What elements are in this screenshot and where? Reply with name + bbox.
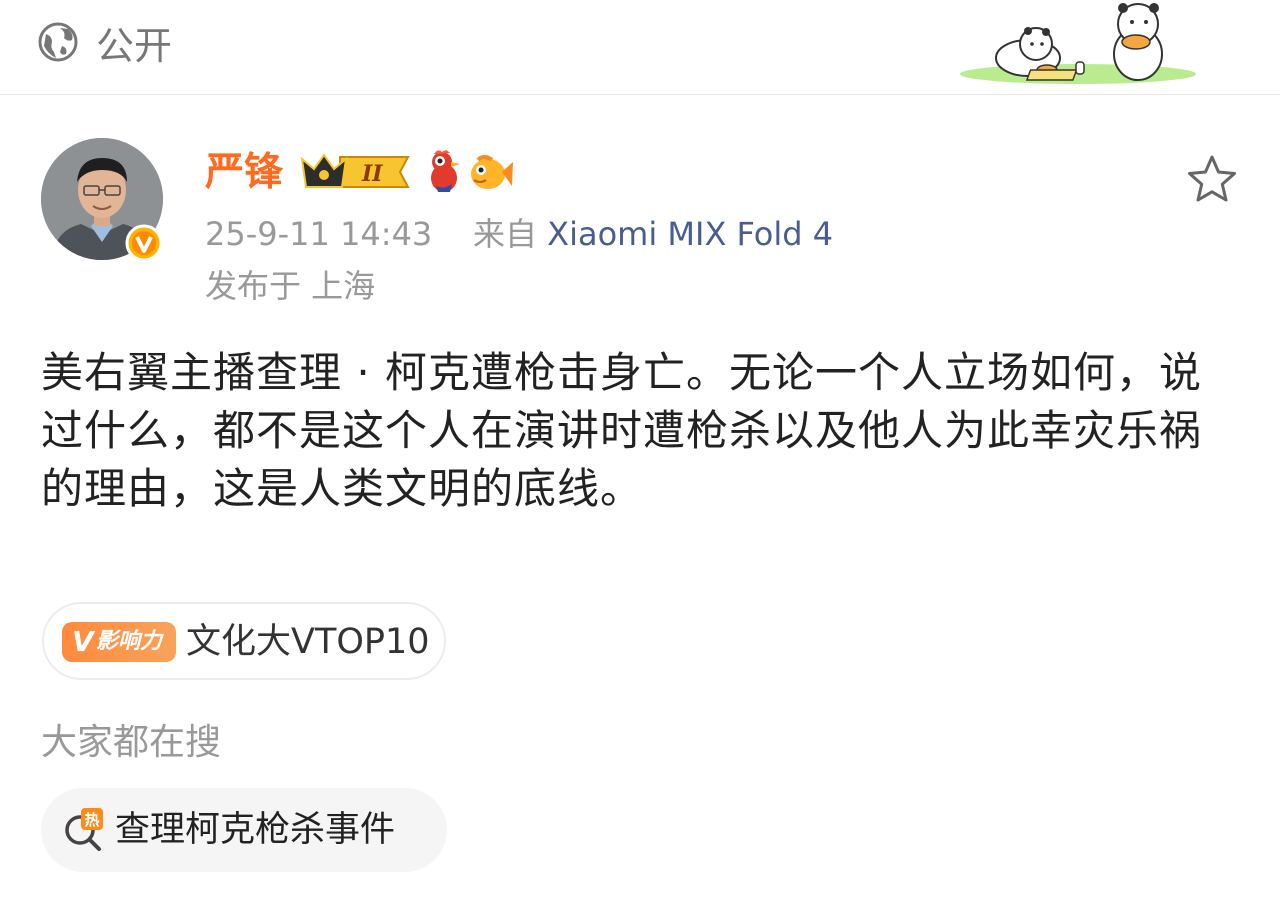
globe-icon — [38, 22, 78, 62]
post-location: 发布于 上海 — [205, 267, 376, 305]
influence-tag-label: 文化大VTOP10 — [186, 622, 430, 662]
visibility-label[interactable]: 公开 — [96, 22, 172, 70]
influence-badge: V 影响力 — [62, 622, 176, 662]
post-text: 美右翼主播查理 · 柯克遭枪击身亡。无论一个人立场如何，说过什么，都不是这个人在… — [41, 348, 1203, 513]
top-divider — [0, 94, 1280, 95]
star-icon[interactable] — [1186, 154, 1238, 204]
fish-badge[interactable] — [468, 152, 514, 192]
hot-icon-text: 热 — [84, 811, 99, 829]
influence-badge-text: 影响力 — [96, 629, 163, 654]
crown-level-text: II — [361, 161, 383, 187]
hot-search-item[interactable]: 热 查理柯克枪杀事件 — [41, 788, 447, 872]
influence-tag[interactable]: V 影响力 文化大VTOP10 — [42, 602, 446, 680]
hot-search-label: 查理柯克枪杀事件 — [115, 810, 396, 850]
source-prefix: 来自 — [472, 215, 537, 253]
rooster-badge[interactable] — [424, 148, 464, 194]
verified-v-badge — [125, 224, 163, 262]
username[interactable]: 严锋 — [205, 148, 283, 198]
trending-search-heading: 大家都在搜 — [41, 722, 222, 763]
hot-search-icon: 热 — [65, 808, 103, 851]
influence-badge-v: V — [72, 625, 94, 658]
post-meta: 25-9-11 14:43 来自 Xiaomi MIX Fold 4 — [205, 212, 833, 256]
bears-picnic-illustration — [960, 3, 1196, 84]
crown-level-II-badge[interactable]: II — [300, 151, 412, 193]
top-bar: 公开 — [0, 0, 1280, 94]
post-timestamp: 25-9-11 14:43 — [205, 215, 433, 253]
device-link[interactable]: Xiaomi MIX Fold 4 — [547, 215, 833, 253]
